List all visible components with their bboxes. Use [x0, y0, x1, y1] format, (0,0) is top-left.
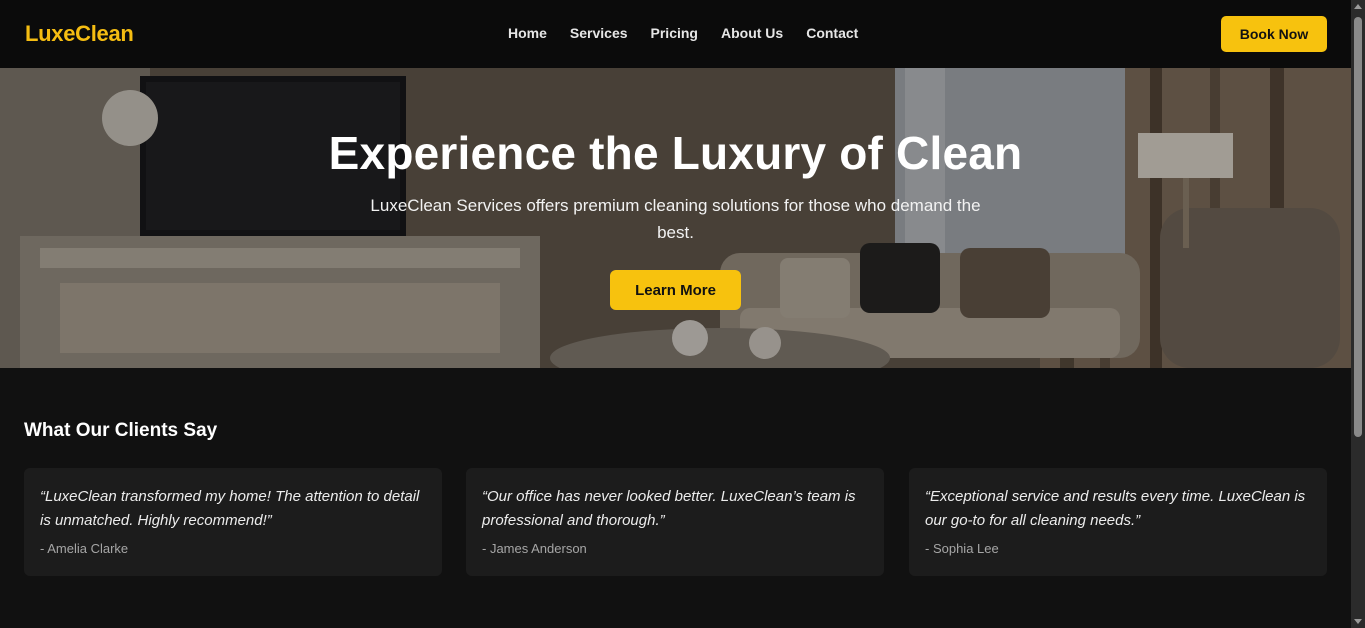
testimonial-author: - James Anderson — [482, 541, 587, 556]
learn-more-button[interactable]: Learn More — [610, 270, 741, 310]
scroll-down-arrow-icon[interactable] — [1354, 619, 1362, 624]
testimonial-quote: “Exceptional service and results every t… — [925, 488, 1306, 529]
top-navbar: LuxeClean Home Services Pricing About Us… — [0, 0, 1351, 68]
testimonial-author: - Amelia Clarke — [40, 541, 129, 556]
hero-section: Experience the Luxury of Clean LuxeClean… — [0, 68, 1351, 368]
nav-link-contact[interactable]: Contact — [806, 25, 858, 41]
book-now-button[interactable]: Book Now — [1221, 16, 1327, 52]
hero-title: Experience the Luxury of Clean — [328, 127, 1023, 179]
testimonials-heading: What Our Clients Say — [24, 420, 218, 441]
testimonial-quote: “LuxeClean transformed my home! The atte… — [40, 488, 420, 529]
testimonial-card: “LuxeClean transformed my home! The atte… — [24, 468, 442, 576]
nav-link-about-us[interactable]: About Us — [721, 25, 783, 41]
nav-link-home[interactable]: Home — [508, 25, 547, 41]
brand-logo[interactable]: LuxeClean — [25, 21, 134, 47]
vertical-scrollbar[interactable] — [1351, 0, 1365, 628]
scrollbar-thumb[interactable] — [1354, 17, 1362, 437]
hero-subtitle: LuxeClean Services offers premium cleani… — [370, 196, 981, 242]
nav-menu: Home Services Pricing About Us Contact — [508, 25, 858, 41]
nav-link-pricing[interactable]: Pricing — [651, 25, 698, 41]
scroll-up-arrow-icon[interactable] — [1354, 4, 1362, 9]
testimonial-card: “Our office has never looked better. Lux… — [466, 468, 884, 576]
page: LuxeClean Home Services Pricing About Us… — [0, 0, 1351, 628]
nav-link-services[interactable]: Services — [570, 25, 628, 41]
testimonial-author: - Sophia Lee — [925, 541, 999, 556]
testimonial-card: “Exceptional service and results every t… — [909, 468, 1327, 576]
testimonial-quote: “Our office has never looked better. Lux… — [482, 488, 856, 529]
